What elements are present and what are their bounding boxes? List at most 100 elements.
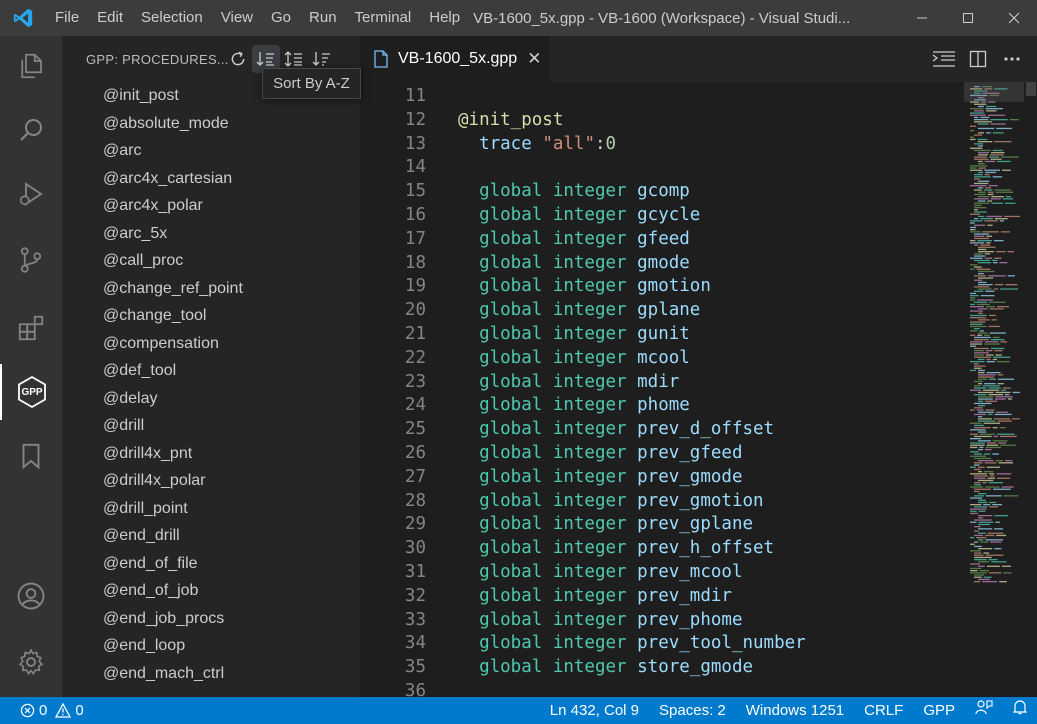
source-control-icon [20,247,42,273]
status-right: Ln 432, Col 9 Spaces: 2 Windows 1251 CRL… [540,697,1037,724]
code-line[interactable]: 11 [360,85,960,109]
menu-file[interactable]: File [46,0,88,36]
cursor-position[interactable]: Ln 432, Col 9 [540,697,649,724]
tab-close-icon[interactable]: ✕ [527,49,541,69]
procedure-item[interactable]: @change_ref_point [62,275,360,303]
vertical-scrollbar[interactable] [1025,82,1037,697]
end-of-line[interactable]: CRLF [854,697,913,724]
gpp-label: GPP [21,386,43,398]
procedure-item[interactable]: @drill4x_pnt [62,440,360,468]
code-line[interactable]: 28 global integer prev_gmotion [360,490,960,514]
menu-view[interactable]: View [212,0,262,36]
procedure-item[interactable]: @absolute_mode [62,110,360,138]
code-line[interactable]: 29 global integer prev_gplane [360,513,960,537]
scrollbar-thumb[interactable] [1026,82,1036,96]
code-line[interactable]: 17 global integer gfeed [360,228,960,252]
code-editor[interactable]: 11 12 @init_post 13 trace "all":0 14 15 globa… [360,82,960,697]
line-number: 30 [404,538,426,559]
more-actions-button[interactable] [995,36,1029,82]
maximize-icon [963,13,973,23]
procedure-item[interactable]: @def_tool [62,357,360,385]
menu-help[interactable]: Help [420,0,469,36]
procedure-item[interactable]: @compensation [62,330,360,358]
procedure-item[interactable]: @end_of_job [62,577,360,605]
procedure-item[interactable]: @drill_point [62,495,360,523]
extensions-button[interactable] [0,300,62,356]
procedure-item[interactable]: @arc4x_cartesian [62,165,360,193]
procedure-item[interactable]: @arc_5x [62,220,360,248]
code-line[interactable]: 16 global integer gcycle [360,204,960,228]
code-line[interactable]: 15 global integer gcomp [360,180,960,204]
close-window-button[interactable] [991,0,1037,36]
line-number: 33 [404,609,426,630]
code-line[interactable]: 25 global integer prev_d_offset [360,418,960,442]
code-line[interactable]: 21 global integer gunit [360,323,960,347]
procedure-item[interactable]: @delay [62,385,360,413]
refresh-icon [231,51,245,66]
code-line[interactable]: 14 [360,156,960,180]
maximize-button[interactable] [945,0,991,36]
tab-label: VB-1600_5x.gpp [398,50,518,67]
notifications-button[interactable] [1003,697,1037,724]
problems-indicator[interactable]: 0 0 [0,702,84,719]
menu-terminal[interactable]: Terminal [346,0,421,36]
menu-run[interactable]: Run [300,0,346,36]
outline-button[interactable] [927,36,961,82]
procedure-item[interactable]: @end_of_file [62,550,360,578]
search-button[interactable] [0,102,62,158]
minimap-viewport[interactable] [964,82,1024,102]
line-number: 11 [404,86,426,106]
menu-selection[interactable]: Selection [132,0,212,36]
procedure-item[interactable]: @arc4x_polar [62,192,360,220]
code-line[interactable]: 18 global integer gmode [360,252,960,276]
code-line[interactable]: 26 global integer prev_gfeed [360,442,960,466]
account-button[interactable] [0,568,62,624]
code-line[interactable]: 31 global integer prev_mcool [360,561,960,585]
procedure-item[interactable]: @end_drill [62,522,360,550]
menu-edit[interactable]: Edit [88,0,132,36]
procedure-item[interactable]: @end_mach_ctrl [62,660,360,688]
minimize-button[interactable] [899,0,945,36]
procedure-item[interactable]: @end_job_procs [62,605,360,633]
code-line[interactable]: 30 global integer prev_h_offset [360,537,960,561]
editor-tab-bar: VB-1600_5x.gpp ✕ [360,36,1037,82]
code-line[interactable]: 13 trace "all":0 [360,133,960,157]
feedback-button[interactable] [965,697,1003,724]
code-line[interactable]: 12 @init_post [360,109,960,133]
code-line[interactable]: 23 global integer mdir [360,371,960,395]
file-encoding[interactable]: Windows 1251 [736,697,854,724]
error-count: 0 [39,702,48,719]
editor-tab[interactable]: VB-1600_5x.gpp ✕ [360,36,550,82]
procedure-item[interactable]: @end_loop [62,632,360,660]
code-line[interactable]: 35 global integer store_gmode [360,656,960,680]
explorer-button[interactable] [0,38,62,94]
manage-button[interactable] [0,634,62,690]
procedure-item[interactable]: @arc [62,137,360,165]
source-control-button[interactable] [0,232,62,288]
procedure-item[interactable]: @call_proc [62,247,360,275]
code-line[interactable]: 20 global integer gplane [360,299,960,323]
ellipsis-icon [1004,57,1020,61]
refresh-button[interactable] [224,45,252,73]
code-line[interactable]: 36 [360,680,960,697]
code-line[interactable]: 32 global integer prev_mdir [360,585,960,609]
indentation[interactable]: Spaces: 2 [649,697,736,724]
vscode-logo-icon[interactable] [0,0,46,36]
minimap[interactable] [960,82,1025,697]
code-line[interactable]: 27 global integer prev_gmode [360,466,960,490]
code-line[interactable]: 22 global integer mcool [360,347,960,371]
code-line[interactable]: 33 global integer prev_phome [360,609,960,633]
split-editor-button[interactable] [961,36,995,82]
procedure-item[interactable]: @drill [62,412,360,440]
bookmarks-button[interactable] [0,428,62,484]
run-debug-button[interactable] [0,166,62,222]
code-line[interactable]: 24 global integer phome [360,394,960,418]
procedure-item[interactable]: @change_tool [62,302,360,330]
minimap-content [970,86,1020,583]
menu-go[interactable]: Go [262,0,300,36]
code-line[interactable]: 34 global integer prev_tool_number [360,632,960,656]
gpp-button[interactable]: GPP [0,364,62,420]
language-mode[interactable]: GPP [913,697,965,724]
procedure-item[interactable]: @drill4x_polar [62,467,360,495]
code-line[interactable]: 19 global integer gmotion [360,275,960,299]
